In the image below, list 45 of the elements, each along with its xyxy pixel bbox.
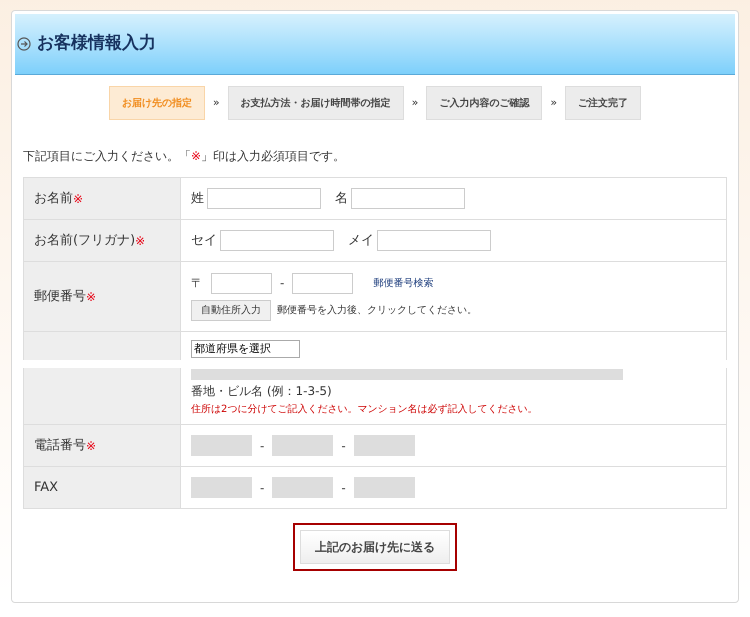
- postal-search-link[interactable]: 郵便番号検索: [373, 276, 434, 290]
- field-label: 姓: [191, 190, 204, 208]
- text-input[interactable]: [220, 230, 334, 251]
- field-label: お名前: [34, 190, 73, 208]
- separator: -: [341, 438, 346, 454]
- step-separator: »: [212, 94, 220, 111]
- step-separator: »: [412, 94, 418, 111]
- text-input[interactable]: [207, 188, 321, 209]
- required-mark: ※: [73, 190, 84, 208]
- text-input[interactable]: [272, 435, 334, 456]
- auto-address-button[interactable]: 自動住所入力: [191, 300, 271, 320]
- text-input[interactable]: [272, 477, 334, 498]
- required-mark: ※: [86, 288, 96, 306]
- step-separator: »: [550, 94, 558, 111]
- field-label: 郵便番号: [34, 288, 86, 306]
- text-input[interactable]: [191, 435, 252, 456]
- address-input[interactable]: [191, 369, 623, 380]
- field-label: お名前(フリガナ): [34, 232, 136, 250]
- separator: -: [260, 438, 264, 454]
- instruction-text: 下記項目にご入力ください。「※」印は入力必須項目です。: [23, 148, 346, 165]
- field-label: FAX: [34, 478, 58, 497]
- separator: -: [341, 480, 346, 496]
- text-input[interactable]: [354, 435, 415, 456]
- required-mark: ※: [86, 438, 96, 454]
- arrow-circle-icon: [17, 37, 31, 51]
- text-input[interactable]: [377, 230, 491, 251]
- page-title: お客様情報入力: [37, 32, 156, 56]
- field-label: メイ: [348, 232, 374, 250]
- text-input[interactable]: [351, 188, 465, 209]
- address-caption: 番地・ビル名 (例：1-3-5): [191, 383, 333, 400]
- separator: -: [260, 480, 264, 496]
- text-input[interactable]: [191, 477, 252, 498]
- text-input[interactable]: [292, 272, 354, 294]
- text-input[interactable]: [354, 477, 415, 498]
- hint-text: 郵便番号を入力後、クリックしてください。: [277, 304, 477, 318]
- field-label: 電話番号: [34, 436, 86, 455]
- address-note: 住所は2つに分けてご記入ください。マンション名は必ず記入してください。: [191, 402, 538, 417]
- field-label: セイ: [191, 232, 217, 250]
- required-mark: ※: [135, 232, 146, 250]
- field-label: 名: [335, 190, 348, 208]
- text-input[interactable]: [211, 272, 272, 294]
- postal-mark: 〒: [191, 275, 203, 292]
- submit-button[interactable]: 上記のお届け先に送る: [300, 530, 450, 564]
- separator: -: [280, 275, 284, 292]
- prefecture-select[interactable]: 都道府県を選択: [191, 340, 300, 358]
